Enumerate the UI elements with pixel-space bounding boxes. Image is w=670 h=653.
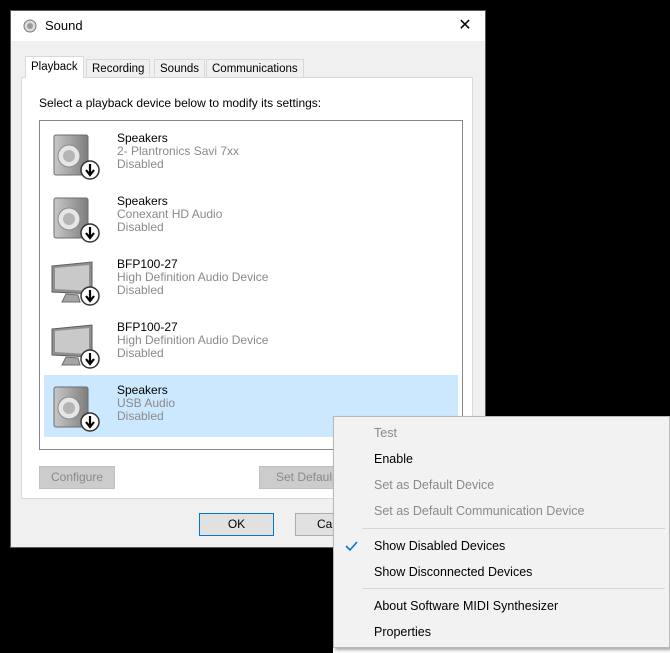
menu-item-label: Properties (374, 625, 431, 639)
device-name: BFP100-27 (117, 257, 178, 271)
device-name: Speakers (117, 383, 168, 397)
close-button[interactable]: ✕ (445, 11, 485, 41)
device-status: Disabled (117, 409, 164, 423)
check-icon (345, 541, 358, 552)
device-status: Disabled (117, 157, 164, 171)
menu-item-show-disabled[interactable]: Show Disabled Devices (334, 533, 669, 559)
device-name: Speakers (117, 194, 168, 208)
configure-button[interactable]: Configure (39, 466, 115, 489)
menu-item-label: Show Disconnected Devices (374, 565, 533, 579)
menu-item-set-default[interactable]: Set as Default Device (334, 472, 669, 498)
device-item[interactable]: Speakers 2- Plantronics Savi 7xx Disable… (44, 123, 458, 185)
speaker-icon (23, 19, 37, 33)
device-subtitle: Conexant HD Audio (117, 207, 223, 221)
speaker-icon (53, 197, 100, 243)
monitor-icon (51, 261, 100, 306)
menu-separator (362, 528, 665, 529)
menu-item-label: About Software MIDI Synthesizer (374, 599, 559, 613)
device-name: Speakers (117, 131, 168, 145)
menu-item-properties[interactable]: Properties (334, 619, 669, 645)
instruction-text: Select a playback device below to modify… (39, 96, 322, 110)
device-name: BFP100-27 (117, 320, 178, 334)
device-status: Disabled (117, 220, 164, 234)
menu-item-enable[interactable]: Enable (334, 446, 669, 472)
menu-item-about-midi[interactable]: About Software MIDI Synthesizer (334, 593, 669, 619)
desktop-background (0, 0, 486, 10)
menu-item-label: Set as Default Communication Device (374, 504, 585, 518)
menu-item-show-disconnected[interactable]: Show Disconnected Devices (334, 559, 669, 585)
tab-communications[interactable]: Communications (206, 59, 304, 78)
menu-item-label: Set as Default Device (374, 478, 495, 492)
device-item[interactable]: Speakers Conexant HD Audio Disabled (44, 186, 458, 248)
device-subtitle: USB Audio (117, 396, 176, 410)
ok-button[interactable]: OK (199, 513, 274, 536)
desktop-background (0, 0, 10, 548)
tab-recording[interactable]: Recording (86, 59, 151, 78)
device-status: Disabled (117, 346, 164, 360)
context-menu: Test Enable Set as Default Device Set as… (333, 416, 670, 648)
device-subtitle: 2- Plantronics Savi 7xx (117, 144, 240, 158)
window-title: Sound (45, 18, 83, 33)
device-subtitle: High Definition Audio Device (117, 270, 269, 284)
tab-sounds[interactable]: Sounds (154, 59, 206, 78)
desktop-background (486, 0, 670, 416)
menu-item-test[interactable]: Test (334, 420, 669, 446)
device-item[interactable]: BFP100-27 High Definition Audio Device D… (44, 312, 458, 374)
monitor-icon (51, 324, 100, 369)
menu-separator (362, 588, 665, 589)
device-status: Disabled (117, 283, 164, 297)
desktop-background (0, 548, 333, 653)
menu-item-label: Enable (374, 452, 413, 466)
menu-item-label: Test (374, 426, 397, 440)
menu-item-set-default-communication[interactable]: Set as Default Communication Device (334, 498, 669, 524)
device-item[interactable]: BFP100-27 High Definition Audio Device D… (44, 249, 458, 311)
menu-item-label: Show Disabled Devices (374, 539, 506, 553)
device-subtitle: High Definition Audio Device (117, 333, 269, 347)
speaker-icon (53, 134, 100, 180)
device-list[interactable]: Speakers 2- Plantronics Savi 7xx Disable… (39, 120, 463, 450)
tab-playback[interactable]: Playback (25, 56, 84, 78)
speaker-icon (53, 386, 100, 432)
title-bar: Sound ✕ (11, 11, 485, 41)
cancel-button[interactable]: Ca (295, 513, 335, 536)
